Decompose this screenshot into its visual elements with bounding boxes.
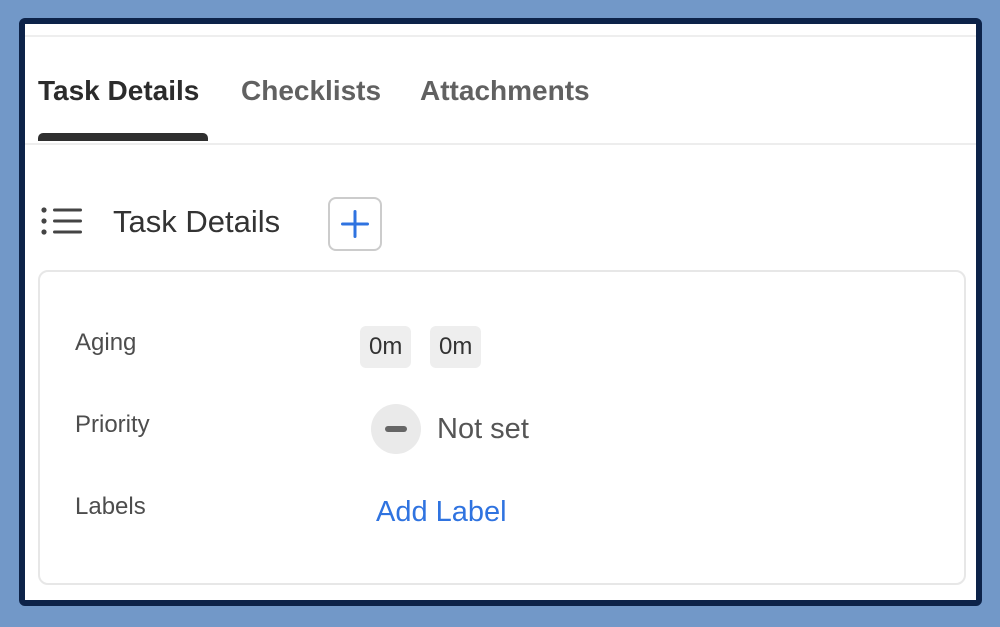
- active-tab-indicator: [38, 133, 208, 141]
- aging-chip: 0m: [360, 326, 412, 368]
- priority-label: Priority: [75, 411, 150, 438]
- minus-circle-icon[interactable]: [371, 404, 421, 454]
- list-icon: [41, 206, 83, 236]
- add-label-link[interactable]: Add Label: [376, 491, 507, 533]
- add-detail-button[interactable]: [328, 197, 382, 251]
- tab-checklists[interactable]: Checklists: [241, 39, 381, 143]
- tab-attachments[interactable]: Attachments: [420, 39, 590, 143]
- task-details-card: Aging 0m 0m Priority Not set Labels Add …: [38, 270, 966, 585]
- aging-chip: 0m: [430, 326, 482, 368]
- tab-bar: Task Details Checklists Attachments: [25, 39, 976, 145]
- aging-label: Aging: [75, 329, 137, 356]
- section-header: Task Details: [25, 192, 976, 252]
- tab-task-details[interactable]: Task Details: [38, 39, 199, 143]
- labels-label: Labels: [75, 493, 146, 520]
- task-panel: Task Details Checklists Attachments Task…: [19, 18, 982, 606]
- plus-icon: [341, 210, 369, 238]
- top-divider: [25, 24, 976, 37]
- priority-value[interactable]: Not set: [437, 408, 529, 450]
- section-title: Task Details: [113, 204, 281, 239]
